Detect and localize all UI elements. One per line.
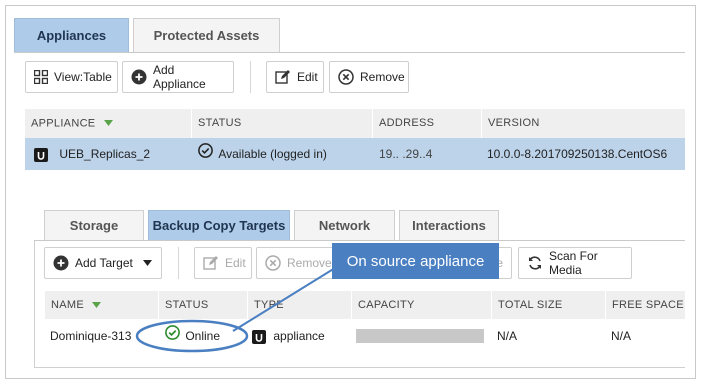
- view-table-label: View:Table: [54, 70, 112, 84]
- check-circle-icon: [165, 320, 180, 352]
- tab-divider: [14, 52, 685, 53]
- sort-down-icon: [92, 291, 102, 319]
- scan-for-media-button[interactable]: Scan For Media: [518, 247, 632, 279]
- tab-label: Protected Assets: [153, 28, 260, 43]
- sub-tab-divider: [34, 240, 685, 241]
- add-appliance-button[interactable]: Add Appliance: [122, 61, 234, 93]
- type-text: appliance: [273, 329, 325, 343]
- column-header-status[interactable]: STATUS: [191, 109, 372, 138]
- remove-circle-icon: [265, 255, 281, 271]
- free-space-text: N/A: [611, 329, 632, 343]
- remove-circle-icon: [338, 69, 354, 85]
- tab-appliances[interactable]: Appliances: [14, 18, 129, 52]
- edit-icon: [203, 255, 219, 271]
- toolbar-separator: [178, 247, 179, 279]
- remove-target-button[interactable]: Remove: [256, 247, 336, 279]
- edit-label: Edit: [297, 70, 318, 84]
- name-cell: Dominique-313: [50, 320, 158, 352]
- type-cell: appliance: [252, 320, 352, 352]
- column-header-type[interactable]: TYPE: [247, 291, 351, 319]
- grid-icon: [34, 69, 48, 85]
- appliance-icon: [252, 329, 266, 344]
- tab-storage[interactable]: Storage: [44, 210, 144, 240]
- status-cell: Online: [165, 320, 250, 352]
- plus-circle-icon: [131, 69, 147, 85]
- column-header-address[interactable]: ADDRESS: [372, 109, 481, 138]
- column-header-status[interactable]: STATUS: [158, 291, 247, 319]
- column-header-capacity[interactable]: CAPACITY: [351, 291, 491, 319]
- refresh-icon: [527, 255, 543, 271]
- appliance-name: UEB_Replicas_2: [59, 147, 151, 161]
- view-table-button[interactable]: View:Table: [25, 61, 118, 93]
- plus-circle-icon: [53, 255, 69, 271]
- edit-icon: [275, 69, 291, 85]
- edit-target-button[interactable]: Edit: [194, 247, 252, 279]
- add-appliance-label: Add Appliance: [153, 63, 206, 91]
- version-text: 10.0.0-8.201709250138.CentOS6: [487, 147, 668, 161]
- tab-network[interactable]: Network: [294, 210, 395, 240]
- toolbar-separator: [250, 61, 251, 93]
- status-cell: Available (logged in): [198, 138, 373, 170]
- column-label: CAPACITY: [358, 299, 415, 311]
- total-size-cell: N/A: [497, 320, 597, 352]
- remove-label: Remove: [360, 70, 405, 84]
- edit-button[interactable]: Edit: [266, 61, 324, 93]
- edit-label: Edit: [225, 256, 246, 270]
- address-text: 19.. .29..4: [379, 147, 433, 161]
- column-label: ADDRESS: [379, 117, 435, 129]
- targets-table-header: NAME STATUS TYPE CAPACITY TOTAL SIZE FRE…: [45, 291, 685, 319]
- column-header-version[interactable]: VERSION: [481, 109, 685, 138]
- capacity-bar: [356, 329, 484, 343]
- column-label: TYPE: [254, 299, 284, 311]
- target-name: Dominique-313: [50, 329, 132, 343]
- tab-label: Interactions: [412, 218, 486, 233]
- tab-label: Network: [318, 218, 371, 233]
- check-circle-icon: [198, 138, 213, 170]
- tab-backup-copy-targets[interactable]: Backup Copy Targets: [148, 210, 290, 240]
- remove-label: Remove: [287, 256, 332, 270]
- tab-label: Storage: [69, 218, 119, 233]
- column-label: STATUS: [165, 299, 209, 311]
- total-size-text: N/A: [497, 329, 518, 343]
- column-header-free-space[interactable]: FREE SPACE: [605, 291, 685, 319]
- appliance-cell: UEB_Replicas_2: [34, 138, 194, 170]
- scan-for-media-label: Scan For Media: [549, 249, 598, 277]
- tab-interactions[interactable]: Interactions: [399, 210, 499, 240]
- address-cell: 19.. .29..4: [379, 138, 479, 170]
- callout-text: On source appliance: [346, 252, 485, 270]
- column-header-total-size[interactable]: TOTAL SIZE: [491, 291, 605, 319]
- column-label: APPLIANCE: [31, 117, 96, 130]
- appliance-icon: [34, 147, 48, 162]
- table-row[interactable]: Dominique-313 Online appliance N/A N/A: [45, 320, 685, 352]
- column-label: TOTAL SIZE: [498, 299, 563, 311]
- caret-down-icon: [142, 260, 152, 266]
- tab-label: Backup Copy Targets: [152, 218, 286, 233]
- column-label: VERSION: [488, 117, 540, 129]
- callout-box: On source appliance: [332, 243, 499, 279]
- column-label: NAME: [51, 299, 84, 311]
- capacity-cell: [356, 320, 486, 352]
- status-text: Available (logged in): [218, 147, 327, 161]
- free-space-cell: N/A: [611, 320, 681, 352]
- column-label: STATUS: [198, 117, 242, 129]
- add-target-button[interactable]: Add Target: [44, 247, 162, 279]
- version-cell: 10.0.0-8.201709250138.CentOS6: [487, 138, 685, 170]
- column-label: FREE SPACE: [612, 299, 684, 311]
- status-text: Online: [185, 329, 221, 343]
- table-row[interactable]: UEB_Replicas_2 Available (logged in) 19.…: [25, 138, 685, 170]
- tab-label: Appliances: [36, 28, 107, 43]
- sort-down-icon: [103, 109, 113, 138]
- column-header-name[interactable]: NAME: [45, 291, 158, 319]
- remove-button[interactable]: Remove: [329, 61, 409, 93]
- appliances-table-header: APPLIANCE STATUS ADDRESS VERSION: [25, 109, 685, 138]
- tab-protected-assets[interactable]: Protected Assets: [133, 18, 280, 52]
- column-header-appliance[interactable]: APPLIANCE: [25, 109, 191, 138]
- add-target-label: Add Target: [75, 256, 133, 270]
